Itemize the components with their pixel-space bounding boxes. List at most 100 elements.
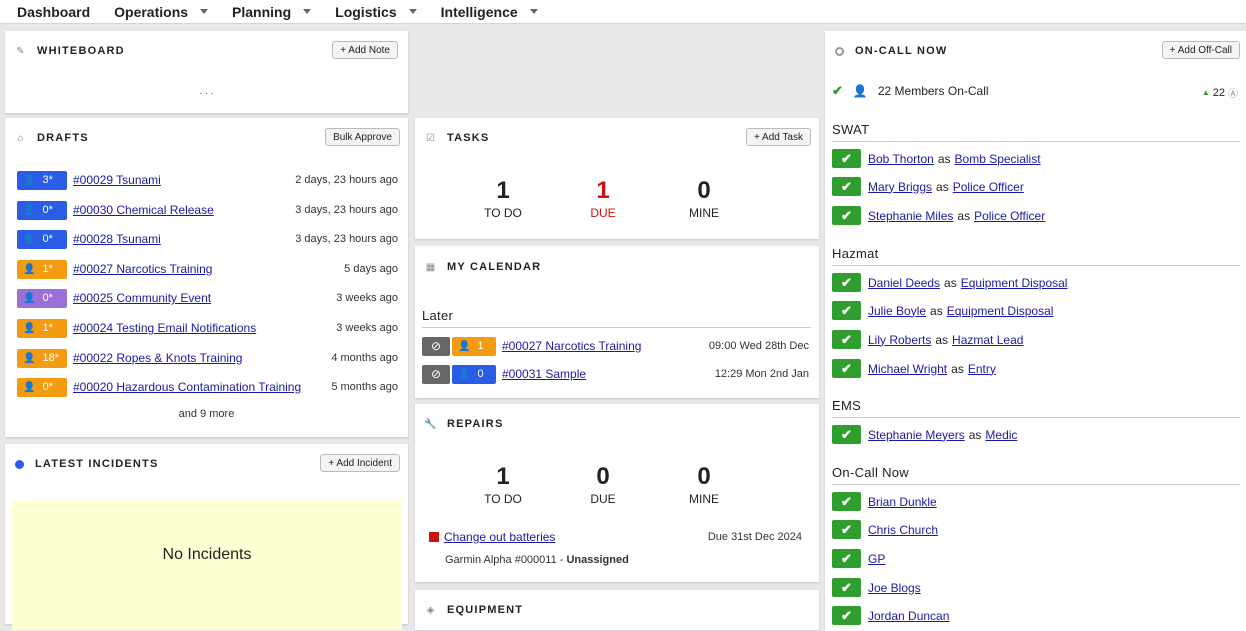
tasks-todo[interactable]: 1 TO DO <box>463 177 543 221</box>
checkmark-icon[interactable]: ✔ <box>832 492 861 511</box>
repair-item-link[interactable]: Change out batteries <box>444 530 555 544</box>
member-role-link[interactable]: Police Officer <box>974 209 1045 223</box>
draft-row: 👤 0* #00028 Tsunami 3 days, 23 hours ago <box>17 229 398 249</box>
member-role-link[interactable]: Equipment Disposal <box>961 276 1068 290</box>
member-role-link[interactable]: Entry <box>968 362 996 376</box>
repairs-todo[interactable]: 1 TO DO <box>463 463 543 507</box>
draft-link[interactable]: #00027 Narcotics Training <box>73 262 212 276</box>
checkmark-icon[interactable]: ✔ <box>832 520 861 539</box>
calendar-icon: ▦ <box>425 261 436 273</box>
repairs-due[interactable]: 0 DUE <box>563 464 643 507</box>
calendar-count-badge[interactable]: 👤 1 <box>452 336 496 356</box>
draft-count-badge[interactable]: 👤 3* <box>17 170 67 190</box>
nav-dashboard[interactable]: Dashboard <box>17 4 90 20</box>
draft-count-badge[interactable]: 👤 0* <box>17 229 67 249</box>
person-icon: 👤 <box>23 204 36 216</box>
member-role-link[interactable]: Bomb Specialist <box>955 152 1041 166</box>
draft-link[interactable]: #00024 Testing Email Notifications <box>73 321 256 335</box>
checkmark-icon[interactable]: ✔ <box>832 273 861 292</box>
member-role-link[interactable]: Medic <box>985 428 1017 442</box>
add-task-button[interactable]: + Add Task <box>745 128 811 146</box>
member-name-link[interactable]: Stephanie Meyers <box>868 428 965 442</box>
member-name-link[interactable]: Brian Dunkle <box>868 495 937 509</box>
draft-count-badge[interactable]: 👤 0* <box>17 377 67 397</box>
oncall-member-row: ✔ Julie Boyle as Equipment Disposal <box>832 301 1053 320</box>
checkmark-icon[interactable]: ✔ <box>832 578 861 597</box>
member-name-link[interactable]: Daniel Deeds <box>868 276 940 290</box>
draft-count: 0* <box>42 233 53 245</box>
add-off-call-button[interactable]: + Add Off-Call <box>1161 41 1240 59</box>
oncall-member-row: ✔ Stephanie Meyers as Medic <box>832 425 1017 444</box>
draft-count-badge[interactable]: 👤 1* <box>17 259 67 279</box>
drafts-more[interactable]: and 9 more <box>5 408 408 420</box>
draft-age: 3 days, 23 hours ago <box>295 233 398 245</box>
tasks-mine[interactable]: 0 MINE <box>664 178 744 221</box>
member-role-link[interactable]: Hazmat Lead <box>952 333 1023 347</box>
member-name-link[interactable]: Bob Thorton <box>868 152 934 166</box>
member-role-link[interactable]: Police Officer <box>953 180 1024 194</box>
checkmark-icon[interactable]: ✔ <box>832 549 861 568</box>
member-name-link[interactable]: Michael Wright <box>868 362 947 376</box>
draft-count-badge[interactable]: 👤 0* <box>17 288 67 308</box>
member-name-link[interactable]: Chris Church <box>868 523 938 537</box>
member-name-link[interactable]: Julie Boyle <box>868 304 926 318</box>
member-name-link[interactable]: Mary Briggs <box>868 180 932 194</box>
drafts-panel: ⌂ DRAFTS Bulk Approve 👤 3* #00029 Tsunami 2 … <box>5 118 408 437</box>
checkmark-icon[interactable]: ✔ <box>832 177 861 196</box>
draft-link[interactable]: #00025 Community Event <box>73 291 211 305</box>
member-name-link[interactable]: GP <box>868 552 885 566</box>
checkmark-icon[interactable]: ✔ <box>832 425 861 444</box>
draft-count-badge[interactable]: 👤 1* <box>17 318 67 338</box>
person-icon: 👤 <box>23 233 36 245</box>
checkmark-icon[interactable]: ✔ <box>832 359 861 378</box>
oncall-member-row: ✔ Daniel Deeds as Equipment Disposal <box>832 273 1067 292</box>
repairs-mine[interactable]: 0 MINE <box>664 464 744 507</box>
oncall-member-row: ✔ Jordan Duncan <box>832 606 949 625</box>
draft-count-badge[interactable]: 👤 0* <box>17 200 67 220</box>
checkmark-icon[interactable]: ✔ <box>832 606 861 625</box>
bulk-approve-button[interactable]: Bulk Approve <box>325 128 400 146</box>
calendar-when: 09:00 Wed 28th Dec <box>708 340 809 352</box>
nav-planning[interactable]: Planning <box>232 4 312 20</box>
checkmark-icon[interactable]: ✔ <box>832 206 861 225</box>
calendar-panel: ▦ MY CALENDAR Later ⊘ 👤 1 #00027 Narcotics T… <box>415 246 819 398</box>
repairs-todo-count: 1 <box>496 463 510 490</box>
draft-link[interactable]: #00029 Tsunami <box>73 173 161 187</box>
member-name-link[interactable]: Jordan Duncan <box>868 609 949 623</box>
draft-row: 👤 3* #00029 Tsunami 2 days, 23 hours ago <box>17 170 398 190</box>
blocked-icon[interactable]: ⊘ <box>422 336 450 356</box>
nav-logistics[interactable]: Logistics <box>335 4 417 20</box>
oncall-member-row: ✔ Chris Church <box>832 520 938 539</box>
draft-link[interactable]: #00020 Hazardous Contamination Training <box>73 380 301 394</box>
blocked-icon[interactable]: ⊘ <box>422 364 450 384</box>
broadcast-icon: Ⓐ <box>1228 89 1238 100</box>
checkmark-icon[interactable]: ✔ <box>832 149 861 168</box>
draft-count-badge[interactable]: 👤 18* <box>17 348 67 368</box>
draft-row: 👤 1* #00024 Testing Email Notifications 3 w… <box>17 318 398 338</box>
incidents-title: LATEST INCIDENTS <box>35 458 159 470</box>
calendar-count-badge[interactable]: 👤 0 <box>452 364 496 384</box>
member-name-link[interactable]: Joe Blogs <box>868 581 921 595</box>
oncall-member-row: ✔ Michael Wright as Entry <box>832 359 996 378</box>
person-icon: 👤 <box>23 174 36 186</box>
tasks-todo-count: 1 <box>496 177 510 204</box>
draft-link[interactable]: #00022 Ropes & Knots Training <box>73 351 242 365</box>
no-incidents-text: No Incidents <box>162 546 252 563</box>
repair-equipment: Garmin Alpha #000011 - <box>445 554 567 566</box>
member-name-link[interactable]: Lily Roberts <box>868 333 931 347</box>
nav-operations[interactable]: Operations <box>114 4 209 20</box>
nav-intelligence[interactable]: Intelligence <box>441 4 538 20</box>
draft-link[interactable]: #00030 Chemical Release <box>73 203 214 217</box>
add-note-button[interactable]: + Add Note <box>332 41 398 59</box>
draft-link[interactable]: #00028 Tsunami <box>73 232 161 246</box>
checkmark-icon[interactable]: ✔ <box>832 301 861 320</box>
calendar-link[interactable]: #00031 Sample <box>502 367 586 381</box>
checkmark-icon[interactable]: ✔ <box>832 330 861 349</box>
tasks-due[interactable]: 1 DUE <box>563 178 643 221</box>
member-name-link[interactable]: Stephanie Miles <box>868 209 953 223</box>
whiteboard-content[interactable]: . . . <box>5 86 408 97</box>
member-role-link[interactable]: Equipment Disposal <box>947 304 1054 318</box>
calendar-link[interactable]: #00027 Narcotics Training <box>502 339 641 353</box>
add-incident-button[interactable]: + Add Incident <box>320 454 400 472</box>
checkbox-icon: ☑ <box>426 132 435 144</box>
